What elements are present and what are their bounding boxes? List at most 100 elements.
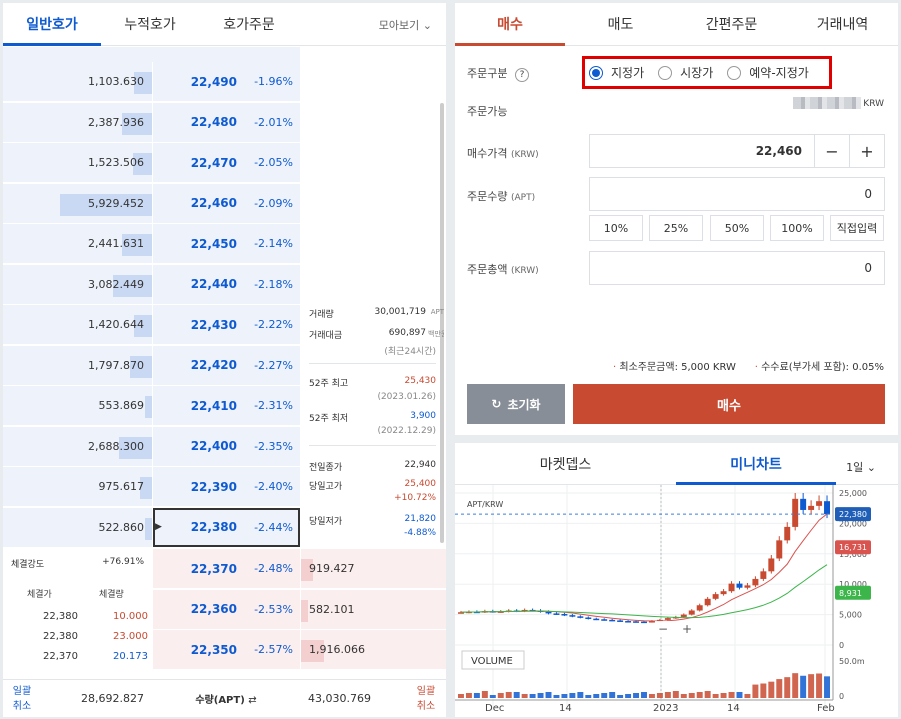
trade-price: 22,380 xyxy=(43,611,78,622)
cancel-all-bids-button[interactable]: 일괄 취소 xyxy=(406,684,446,714)
qty-input[interactable]: 0 xyxy=(589,177,885,211)
price-decrease-button[interactable]: − xyxy=(814,135,849,167)
radio-unchecked-icon xyxy=(727,65,742,80)
strength-value: +76.91% xyxy=(102,557,144,567)
candle xyxy=(808,505,815,510)
candle xyxy=(736,583,743,588)
volume-value: 30,001,719 xyxy=(374,307,426,317)
ask-price: 22,380 xyxy=(190,520,237,534)
interval-dropdown[interactable]: 1일 ⌄ xyxy=(846,459,876,475)
volume-bar xyxy=(704,691,711,698)
buy-button[interactable]: 매수 xyxy=(573,384,885,424)
tab-buy[interactable]: 매수 xyxy=(455,3,565,46)
candle xyxy=(680,614,687,617)
bid-rate: -2.57% xyxy=(254,643,293,656)
ma-long-line xyxy=(460,564,828,619)
ask-volume: 3,082.449 xyxy=(3,264,152,304)
candle xyxy=(744,585,751,588)
recent-trades: 체결강도 +76.91% 체결가 체결량 22,380 10.000 22,380 2… xyxy=(3,549,152,679)
ask-volume: 975.617 xyxy=(3,467,152,506)
volume-bar xyxy=(481,691,488,698)
volume-bar xyxy=(656,693,663,698)
bid-price: 22,350 xyxy=(190,642,237,657)
scrollbar[interactable] xyxy=(440,103,444,543)
ask-price: 22,460 xyxy=(190,196,237,210)
trade-qty-header: 체결량 xyxy=(99,590,124,600)
candle xyxy=(776,540,783,559)
ask-price-cell: 22,440 -2.18% xyxy=(153,264,300,304)
ask-row[interactable]: 1,103.630 22,490 -1.96% xyxy=(3,62,300,102)
volume-bar xyxy=(465,693,472,698)
volume-bar xyxy=(744,694,751,698)
volume-bar xyxy=(720,693,727,698)
ask-price: 22,430 xyxy=(190,317,237,332)
price-input[interactable]: 22,460 − + xyxy=(589,134,885,168)
radio-limit[interactable]: 지정가 xyxy=(589,64,644,81)
ask-row[interactable]: 3,082.449 22,440 -2.18% xyxy=(3,264,300,305)
cancel-all-asks-button[interactable]: 일괄 취소 xyxy=(3,684,41,714)
tab-cumulative-orderbook[interactable]: 누적호가 xyxy=(101,3,199,45)
ask-row[interactable]: 1,797.870 22,420 -2.27% xyxy=(3,345,300,386)
ask-volume-value: 2,688.300 xyxy=(88,439,144,453)
qty-label-text: 주문수량 xyxy=(467,190,508,203)
tab-mini-chart[interactable]: 미니차트 xyxy=(676,443,836,485)
candle xyxy=(688,610,695,615)
candle xyxy=(664,618,671,620)
y-tick-label: 5,000 xyxy=(839,611,862,620)
ask-row[interactable]: 522.860 ▶ 22,380 -2.44% xyxy=(3,507,300,548)
tab-general-orderbook[interactable]: 일반호가 xyxy=(3,3,101,46)
reset-button[interactable]: ↻ 초기화 xyxy=(467,384,565,424)
tab-simple-order[interactable]: 간편주문 xyxy=(676,3,787,45)
direct-input-button[interactable]: 직접입력 xyxy=(830,215,884,241)
pct-25-button[interactable]: 25% xyxy=(649,215,703,241)
qty-unit: (APT) xyxy=(510,193,536,203)
ask-row[interactable]: 553.869 22,410 -2.31% xyxy=(3,386,300,426)
bid-volume: 1,916.066 xyxy=(301,630,446,669)
x-tick-label: Feb xyxy=(817,703,835,714)
help-icon[interactable]: ? xyxy=(514,68,529,82)
ask-volume-value: 522.860 xyxy=(98,520,145,534)
ask-row[interactable]: 2,387.936 22,480 -2.01% xyxy=(3,102,300,143)
trade-price: 22,380 xyxy=(43,631,78,642)
ask-row[interactable]: 2,688.300 22,400 -2.35% xyxy=(3,426,300,467)
divider xyxy=(309,445,436,446)
price-increase-button[interactable]: + xyxy=(849,135,884,167)
ask-row[interactable]: 1,523.506 22,470 -2.05% xyxy=(3,143,300,183)
candle xyxy=(712,594,719,599)
candle xyxy=(593,618,600,621)
qty-toggle[interactable]: 수량(APT) ⇄ xyxy=(152,691,300,706)
candlestick-chart[interactable]: 25,00020,00015,00010,0005,0000Dec 14 2023 1… xyxy=(455,485,898,717)
order-type-label-text: 주문구분 xyxy=(467,67,508,80)
volume-bar xyxy=(784,677,791,698)
zoom-out-icon: − xyxy=(658,622,668,636)
radio-market[interactable]: 시장가 xyxy=(658,64,713,81)
candle xyxy=(553,613,560,615)
pct-10-button[interactable]: 10% xyxy=(589,215,643,241)
volume-bar xyxy=(513,692,520,698)
radio-reserved-limit[interactable]: 예약-지정가 xyxy=(727,64,809,81)
ask-price-cell: 22,390 -2.40% xyxy=(153,467,300,506)
pct-100-button[interactable]: 100% xyxy=(770,215,824,241)
candle xyxy=(633,621,640,623)
total-input[interactable]: 0 xyxy=(589,251,885,285)
tab-trade-history[interactable]: 거래내역 xyxy=(787,3,898,45)
ask-row[interactable]: 1,420.644 22,430 -2.22% xyxy=(3,305,300,345)
volume-bar xyxy=(521,694,528,698)
ask-row[interactable]: 5,929.452 22,460 -2.09% xyxy=(3,183,300,224)
chevron-down-icon: ⌄ xyxy=(866,461,876,474)
tab-market-depth[interactable]: 마켓뎁스 xyxy=(455,443,676,484)
tab-orderbook-order[interactable]: 호가주문 xyxy=(199,3,299,45)
ask-row[interactable]: 2,441.631 22,450 -2.14% xyxy=(3,224,300,264)
ask-row[interactable]: 975.617 22,390 -2.40% xyxy=(3,467,300,507)
y-tick-label: 25,000 xyxy=(839,489,867,498)
ask-rate: -1.96% xyxy=(254,75,293,88)
view-dropdown[interactable]: 모아보기 ⌄ xyxy=(379,17,432,33)
trade-price-header: 체결가 xyxy=(27,590,52,600)
tab-sell[interactable]: 매도 xyxy=(565,3,676,45)
volume-bar xyxy=(800,675,807,698)
pct-50-button[interactable]: 50% xyxy=(710,215,764,241)
ask-price-cell: 22,420 -2.27% xyxy=(153,345,300,385)
ask-price-cell: 22,430 -2.22% xyxy=(153,305,300,344)
ask-volume-value: 1,523.506 xyxy=(88,156,144,169)
ask-price: 22,410 xyxy=(190,398,237,413)
